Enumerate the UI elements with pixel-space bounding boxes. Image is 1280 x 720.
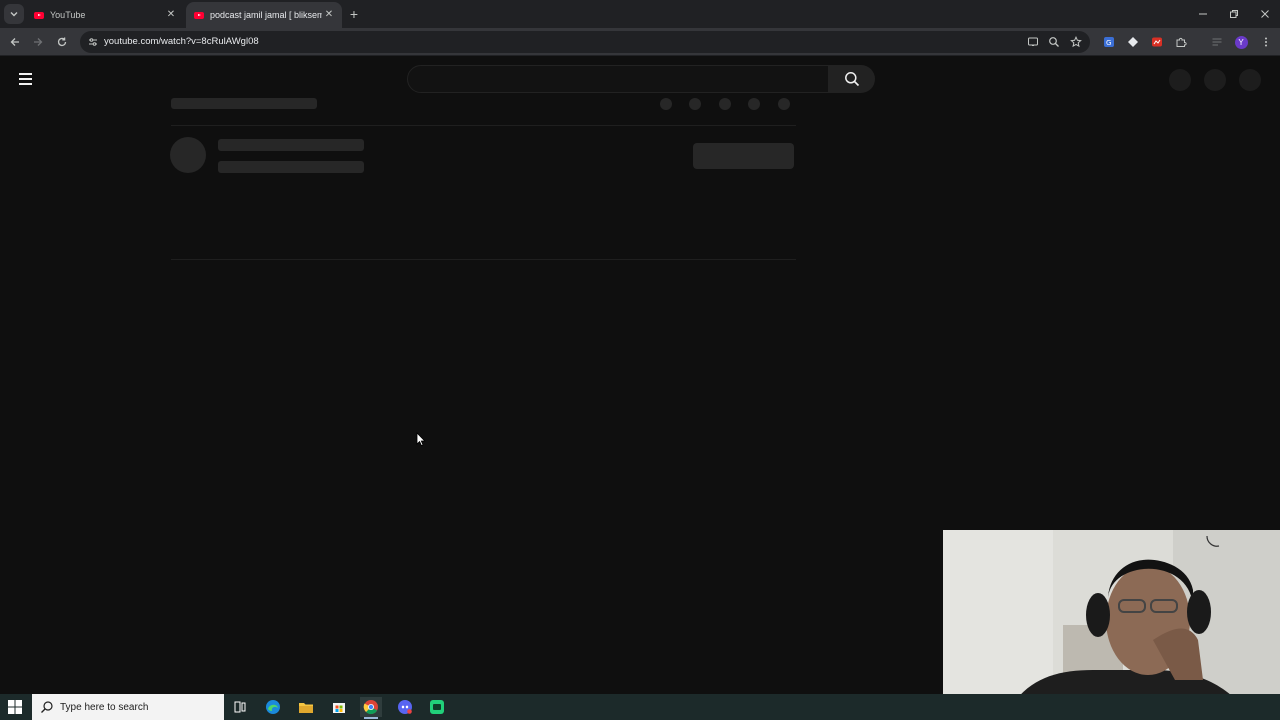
search-icon (845, 72, 860, 87)
search-icon (41, 701, 53, 713)
divider (171, 125, 796, 126)
action-dot-skeleton (748, 98, 760, 110)
edge-icon (266, 700, 280, 714)
create-button-placeholder[interactable] (1169, 69, 1191, 91)
channel-subs-skeleton (218, 161, 364, 173)
taskbar-edge[interactable] (262, 697, 284, 717)
cast-icon[interactable] (1025, 34, 1041, 50)
browser-toolbar: youtube.com/watch?v=8cRulAWgl08 G Y (0, 28, 1280, 56)
tab-search-button[interactable] (4, 4, 24, 24)
profile-avatar[interactable]: Y (1233, 34, 1249, 50)
restore-button[interactable] (1219, 4, 1249, 24)
bookmark-star-icon[interactable] (1068, 34, 1084, 50)
address-bar[interactable]: youtube.com/watch?v=8cRulAWgl08 (80, 31, 1090, 53)
tab-close-icon[interactable]: ✕ (322, 8, 336, 22)
forward-button[interactable] (28, 32, 48, 52)
tab-title: YouTube (50, 10, 86, 20)
app-icon (430, 700, 444, 714)
more-menu-icon[interactable] (1258, 34, 1274, 50)
reload-icon (57, 37, 67, 47)
hamburger-icon (19, 73, 32, 75)
action-dot-skeleton (778, 98, 790, 110)
back-button[interactable] (5, 32, 25, 52)
taskbar-search-box[interactable]: Type here to search (32, 694, 224, 720)
taskbar-file-explorer[interactable] (295, 697, 317, 717)
task-view-button[interactable] (229, 697, 251, 717)
divider (171, 259, 796, 260)
discord-icon (398, 700, 412, 714)
taskbar-search-placeholder: Type here to search (60, 701, 149, 713)
action-dot-skeleton (689, 98, 701, 110)
channel-avatar-skeleton (170, 137, 206, 173)
account-avatar-placeholder[interactable] (1239, 69, 1261, 91)
webcam-person-image (943, 530, 1280, 720)
new-tab-button[interactable]: + (346, 6, 362, 22)
svg-text:G: G (1106, 39, 1111, 47)
minimize-icon (1199, 13, 1207, 15)
search-input[interactable] (407, 65, 829, 93)
mouse-cursor-icon (416, 432, 426, 452)
close-icon (1261, 10, 1269, 18)
tab-podcast[interactable]: podcast jamil jamal [ bliksem] ... ✕ (186, 2, 342, 28)
youtube-favicon-icon (194, 11, 204, 19)
arrow-left-icon (10, 38, 19, 46)
restore-icon (1230, 10, 1238, 18)
windows-taskbar: Type here to search (0, 694, 1280, 720)
taskbar-app[interactable] (426, 697, 448, 717)
taskbar-microsoft-store[interactable] (328, 697, 350, 717)
chevron-down-icon (10, 12, 18, 17)
reload-button[interactable] (52, 32, 72, 52)
arrow-right-icon (34, 38, 43, 46)
folder-icon (299, 703, 313, 713)
webcam-overlay (943, 530, 1280, 720)
youtube-favicon-icon (34, 11, 44, 19)
tab-youtube[interactable]: YouTube ✕ (26, 2, 184, 28)
action-dot-skeleton (660, 98, 672, 110)
taskbar-discord[interactable] (394, 697, 416, 717)
task-view-icon (234, 701, 246, 713)
notifications-button-placeholder[interactable] (1204, 69, 1226, 91)
tab-title: podcast jamil jamal [ bliksem] ... (210, 10, 322, 20)
windows-start-button[interactable] (8, 700, 24, 714)
extensions-puzzle-icon[interactable] (1173, 34, 1189, 50)
guide-menu-button[interactable] (16, 69, 36, 89)
taskbar-chrome[interactable] (360, 697, 382, 719)
zoom-icon[interactable] (1046, 34, 1062, 50)
address-url[interactable]: youtube.com/watch?v=8cRulAWgl08 (104, 36, 259, 47)
reading-list-icon[interactable] (1209, 34, 1225, 50)
tab-close-icon[interactable]: ✕ (164, 8, 178, 22)
video-title-skeleton (171, 98, 317, 109)
close-window-button[interactable] (1250, 4, 1280, 24)
profile-initial: Y (1234, 35, 1248, 49)
site-info-icon[interactable] (86, 35, 100, 49)
red-extension-icon[interactable] (1149, 34, 1165, 50)
chrome-icon (363, 700, 378, 715)
diamond-extension-icon[interactable] (1125, 34, 1141, 50)
store-icon (333, 703, 345, 713)
windows-logo-icon (8, 700, 22, 714)
search-button[interactable] (829, 65, 875, 93)
action-dot-skeleton (719, 98, 731, 110)
translate-extension-icon[interactable]: G (1101, 34, 1117, 50)
channel-name-skeleton (218, 139, 364, 151)
minimize-button[interactable] (1188, 4, 1218, 24)
subscribe-button-skeleton (693, 143, 794, 169)
browser-tab-strip: YouTube ✕ podcast jamil jamal [ bliksem]… (0, 0, 1280, 28)
